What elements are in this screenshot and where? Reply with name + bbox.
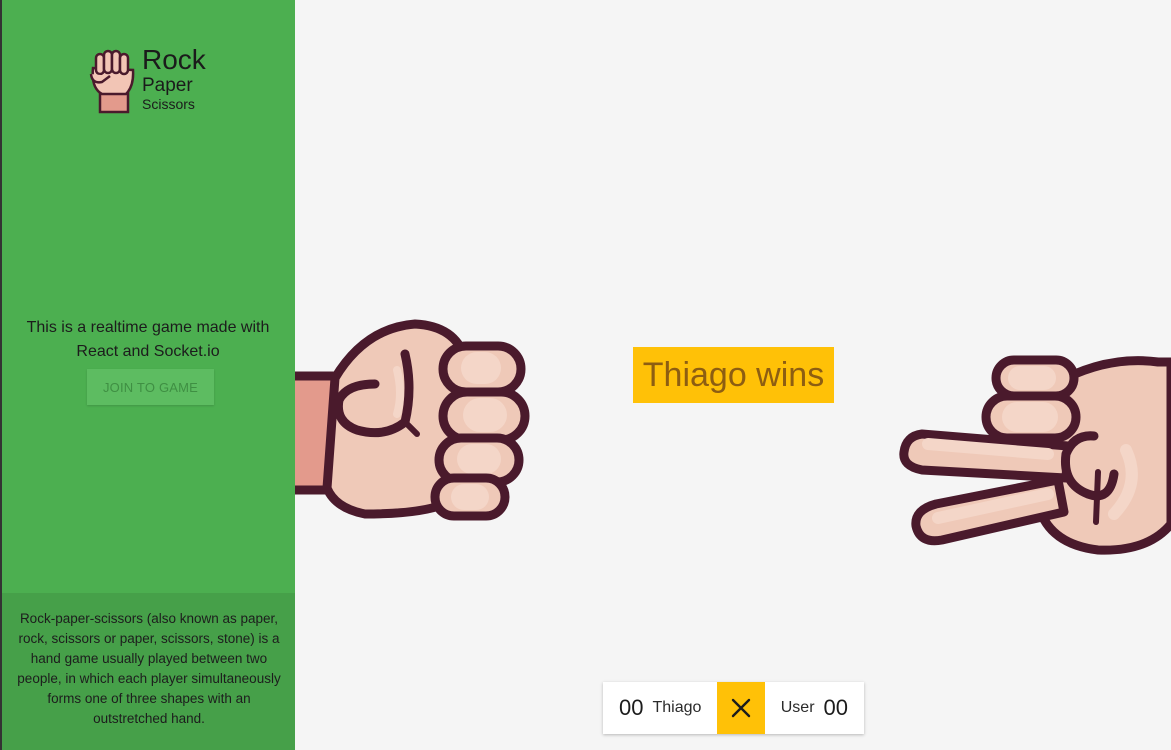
player1-score-area: 00 Thiago — [603, 682, 717, 734]
fist-logo-icon — [89, 49, 135, 114]
result-banner: Thiago wins — [633, 347, 834, 403]
player1-score: 00 — [619, 695, 644, 720]
logo-paper: Paper — [142, 75, 193, 96]
about-text: Rock-paper-scissors (also known as paper… — [17, 611, 281, 726]
player2-name: User — [780, 699, 815, 716]
close-icon — [731, 698, 751, 718]
intro-text: This is a realtime game made with React … — [26, 319, 270, 360]
player2-score-area: User 00 — [765, 682, 864, 734]
logo-scissors: Scissors — [142, 96, 195, 112]
scissors-hand-icon — [899, 355, 1171, 555]
rock-fist-icon — [295, 319, 530, 521]
about-panel: Rock-paper-scissors (also known as paper… — [2, 593, 295, 750]
player2-score: 00 — [823, 695, 848, 720]
versus-badge — [717, 682, 765, 734]
logo: Rock Paper Scissors — [88, 44, 218, 116]
logo-rock: Rock — [142, 44, 206, 75]
join-game-button[interactable]: JOIN TO GAME — [87, 369, 214, 405]
player1-name: Thiago — [652, 699, 702, 716]
scoreboard: 00 Thiago User 00 — [603, 682, 864, 734]
